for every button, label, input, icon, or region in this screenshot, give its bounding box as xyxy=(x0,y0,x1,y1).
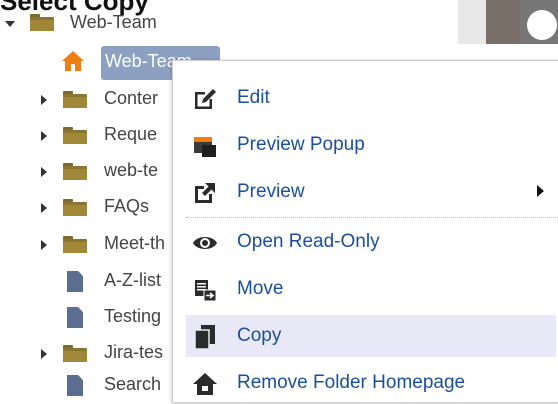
folder-icon xyxy=(63,127,87,144)
tree-item-faqs[interactable]: FAQs xyxy=(0,194,172,222)
tree-item-label: Meet-th xyxy=(104,233,166,253)
menu-item-remove-folder-homepage[interactable]: Remove Folder Homepage xyxy=(186,362,556,404)
menu-item-open-read-only[interactable]: Open Read-Only xyxy=(186,221,556,263)
expand-icon[interactable] xyxy=(40,167,48,177)
tree-item-label: Reque xyxy=(104,124,158,144)
expand-icon[interactable] xyxy=(40,131,48,141)
tree-item-jira-test[interactable]: Jira-tes xyxy=(0,340,172,368)
tree-item-label: Jira-tes xyxy=(104,342,164,362)
tree-item-a-z-list[interactable]: A-Z-list xyxy=(0,268,172,296)
menu-item-label: Open Read-Only xyxy=(237,231,380,252)
menu-item-move[interactable]: Move xyxy=(186,268,556,310)
home-icon xyxy=(193,373,217,395)
tree-item-label: Web-Team xyxy=(70,12,157,32)
tree-item-label: Testing xyxy=(104,306,162,326)
menu-item-label: Move xyxy=(237,278,284,299)
folder-icon xyxy=(63,199,87,216)
edit-icon xyxy=(195,89,216,109)
expand-icon[interactable] xyxy=(40,240,48,250)
home-icon xyxy=(62,51,84,71)
background-panel xyxy=(458,0,486,44)
eye-icon xyxy=(193,237,217,249)
collapse-icon[interactable] xyxy=(5,19,15,29)
tree-item-search[interactable]: Search xyxy=(0,372,172,400)
tree-item-meet-the-team[interactable]: Meet-th xyxy=(0,231,172,259)
tree-item-label: Search xyxy=(104,374,162,394)
menu-item-label: Remove Folder Homepage xyxy=(237,372,466,393)
background-panel xyxy=(486,0,520,44)
external-link-icon xyxy=(195,183,215,203)
menu-item-preview-popup[interactable]: Preview Popup xyxy=(186,124,556,166)
menu-item-label: Preview Popup xyxy=(237,134,365,155)
menu-item-edit[interactable]: Edit xyxy=(186,77,556,119)
expand-icon[interactable] xyxy=(40,95,48,105)
tree-item-requests[interactable]: Reque xyxy=(0,122,172,150)
tree-item-web-team-root[interactable]: Web-Team xyxy=(0,10,220,38)
tree-item-content[interactable]: Conter xyxy=(0,86,172,114)
tree-item-label: FAQs xyxy=(104,196,150,216)
submenu-arrow-icon xyxy=(537,185,544,197)
move-icon xyxy=(195,280,217,302)
copy-icon xyxy=(194,325,215,350)
menu-item-preview[interactable]: Preview xyxy=(186,171,556,213)
preview-popup-icon xyxy=(194,137,216,157)
document-icon xyxy=(67,271,83,292)
document-icon xyxy=(67,307,83,328)
folder-icon xyxy=(63,91,87,108)
folder-icon xyxy=(63,236,87,253)
expand-icon[interactable] xyxy=(40,349,48,359)
folder-icon xyxy=(30,14,54,31)
folder-icon xyxy=(63,163,87,180)
tree-item-label: A-Z-list xyxy=(104,270,161,290)
tree-item-label: Conter xyxy=(104,88,159,108)
menu-item-label: Edit xyxy=(237,87,270,108)
document-icon xyxy=(67,375,83,396)
menu-item-label: Copy xyxy=(237,325,282,346)
menu-item-copy[interactable]: Copy xyxy=(186,315,556,357)
tree-item-web-team-folder[interactable]: web-te xyxy=(0,158,172,186)
context-menu: Edit Preview Popup Preview Open Read-Onl… xyxy=(172,60,558,403)
menu-item-label: Preview xyxy=(237,181,305,202)
app-icon[interactable] xyxy=(527,10,557,40)
tree-item-testing[interactable]: Testing xyxy=(0,304,172,332)
tree-item-label: web-te xyxy=(104,160,159,180)
expand-icon[interactable] xyxy=(40,203,48,213)
menu-separator xyxy=(186,217,556,218)
folder-icon xyxy=(63,345,87,362)
